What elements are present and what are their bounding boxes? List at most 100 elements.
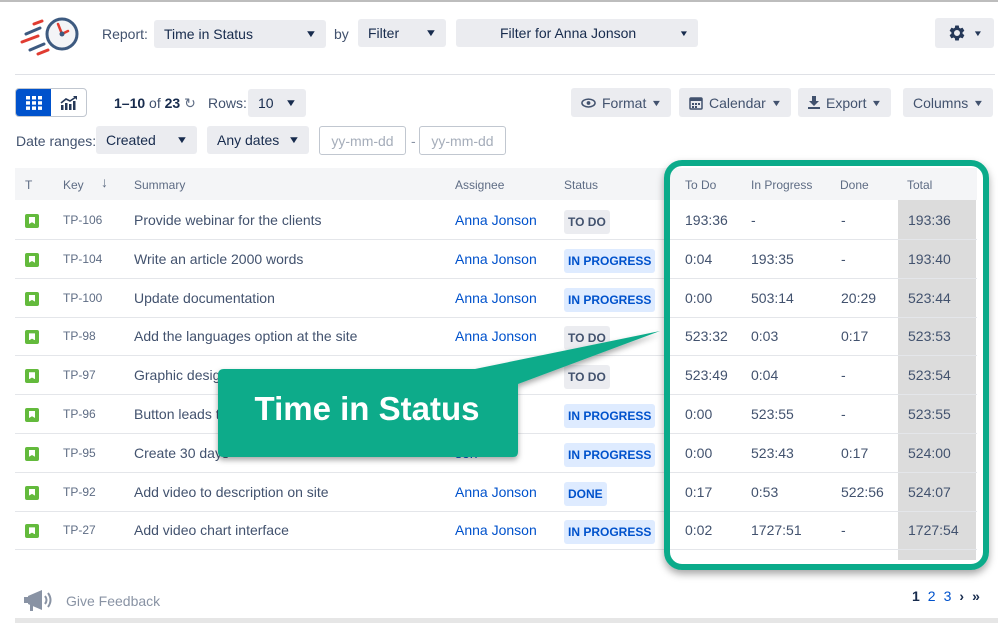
grid-view-button[interactable]	[16, 89, 51, 116]
date-to-input[interactable]: yy-mm-dd	[419, 126, 506, 155]
issue-summary[interactable]: Update documentation	[134, 290, 275, 306]
issue-summary[interactable]: Add video chart interface	[134, 522, 289, 538]
time-done: 522:56	[841, 483, 884, 500]
calendar-icon	[689, 96, 703, 110]
col-type[interactable]: T	[25, 178, 32, 192]
filter-select[interactable]: Filter for Anna Jonson ▼	[456, 19, 698, 47]
issue-assignee[interactable]: Anna Jonson	[455, 251, 537, 267]
table-row[interactable]: TP-106 Provide webinar for the clients Ann…	[15, 201, 977, 240]
time-todo: 0:17	[685, 483, 713, 500]
page-1[interactable]: 1	[912, 588, 920, 604]
time-inprogress: 523:43	[751, 444, 794, 461]
table-row[interactable]: TP-104 Write an article 2000 words Anna Jo…	[15, 240, 977, 279]
page-3[interactable]: 3	[944, 588, 952, 604]
issue-key[interactable]: TP-92	[63, 485, 96, 499]
issue-assignee[interactable]: Anna Jonson	[455, 212, 537, 228]
time-inprogress: 0:04	[751, 367, 779, 384]
time-total: 193:40	[908, 250, 951, 267]
col-inprogress[interactable]: In Progress	[751, 178, 812, 192]
last-page-icon[interactable]: »	[972, 588, 980, 604]
col-total[interactable]: Total	[907, 178, 932, 192]
rows-select[interactable]: 10 ▼	[248, 89, 306, 117]
col-todo[interactable]: To Do	[685, 178, 716, 192]
col-done[interactable]: Done	[840, 178, 869, 192]
issue-key[interactable]: TP-106	[63, 213, 102, 227]
chevron-down-icon: ▼	[424, 27, 438, 39]
export-button[interactable]: Export ▼	[798, 88, 892, 117]
issue-summary[interactable]: Provide webinar for the clients	[134, 212, 322, 228]
issue-assignee[interactable]: Anna Jonson	[455, 484, 537, 500]
header-divider	[15, 74, 995, 75]
chevron-down-icon: ▼	[284, 97, 298, 109]
issue-summary[interactable]: Create 30 days	[134, 445, 229, 461]
time-done: -	[841, 367, 846, 384]
report-select[interactable]: Time in Status ▼	[154, 20, 326, 48]
table-header: T Key ↓ Summary Assignee Status To Do In…	[15, 168, 977, 200]
col-summary[interactable]: Summary	[134, 178, 185, 192]
issue-key[interactable]: TP-27	[63, 523, 96, 537]
issue-summary[interactable]: Write an article 2000 words	[134, 251, 303, 267]
issue-key[interactable]: TP-104	[63, 252, 102, 266]
issue-key[interactable]: TP-98	[63, 329, 96, 343]
col-assignee[interactable]: Assignee	[455, 178, 504, 192]
story-icon	[25, 446, 39, 461]
issue-summary[interactable]: Button leads t	[134, 406, 220, 422]
issue-summary[interactable]: Add video to description on site	[134, 484, 329, 500]
columns-label: Columns	[913, 94, 969, 111]
issue-assignee[interactable]: Anna Jonson	[455, 328, 537, 344]
date-field-select[interactable]: Created ▼	[96, 126, 197, 154]
pagination: 1 2 3 › »	[912, 588, 980, 604]
give-feedback-link[interactable]: Give Feedback	[24, 590, 160, 612]
by-select[interactable]: Filter ▼	[358, 19, 446, 47]
status-badge: TO DO	[564, 326, 610, 351]
table-row[interactable]: TP-98 Add the languages option at the sit…	[15, 317, 977, 357]
date-range-value: Any dates	[217, 132, 280, 148]
settings-button[interactable]: ▼	[935, 18, 994, 48]
issue-key[interactable]: TP-100	[63, 291, 102, 305]
status-badge: TO DO	[564, 365, 610, 390]
date-ranges-label: Date ranges:	[16, 133, 97, 149]
filter-select-value: Filter for Anna Jonson	[500, 25, 637, 41]
date-range-select[interactable]: Any dates ▼	[207, 126, 309, 154]
issue-summary[interactable]: Add the languages option at the site	[134, 328, 357, 344]
count-range: 1–10	[114, 95, 146, 111]
refresh-icon[interactable]: ↻	[184, 95, 196, 111]
sort-down-icon[interactable]: ↓	[101, 174, 108, 190]
chevron-down-icon: ▼	[972, 97, 985, 108]
chart-view-button[interactable]	[51, 89, 86, 116]
status-badge: IN PROGRESS	[564, 287, 656, 312]
page-2[interactable]: 2	[928, 588, 936, 604]
date-from-input[interactable]: yy-mm-dd	[319, 126, 406, 155]
issue-key[interactable]: TP-97	[63, 368, 96, 382]
time-inprogress: 0:03	[751, 328, 779, 345]
chevron-down-icon: ▼	[304, 28, 318, 40]
time-done: 0:17	[841, 328, 869, 345]
next-page-icon[interactable]: ›	[959, 588, 964, 604]
issue-assignee[interactable]: Anna Jonson	[455, 290, 537, 306]
time-todo: 523:32	[685, 328, 728, 345]
caret-down-icon: ▼	[678, 28, 690, 38]
time-total: 523:53	[908, 328, 951, 345]
col-key[interactable]: Key	[63, 178, 84, 192]
story-icon	[25, 485, 39, 500]
story-icon	[25, 524, 39, 539]
columns-button[interactable]: Columns ▼	[903, 88, 994, 117]
col-status[interactable]: Status	[564, 178, 598, 192]
issue-key[interactable]: TP-95	[63, 446, 96, 460]
issue-summary[interactable]: Graphic desig	[134, 367, 220, 383]
chevron-down-icon: ▼	[287, 134, 301, 146]
issue-assignee[interactable]: son	[455, 445, 478, 461]
table-row[interactable]: TP-100 Update documentation Anna Jonson IN …	[15, 279, 977, 318]
chart-icon	[60, 95, 77, 110]
rows-select-value: 10	[258, 95, 274, 111]
issue-key[interactable]: TP-96	[63, 407, 96, 421]
calendar-button[interactable]: Calendar ▼	[679, 88, 791, 117]
issue-assignee[interactable]: Anna Jonson	[455, 522, 537, 538]
format-button[interactable]: Format ▼	[571, 88, 672, 117]
table-row[interactable]: TP-92 Add video to description on site Ann…	[15, 473, 977, 512]
time-done: -	[841, 406, 846, 422]
table-row[interactable]: TP-95 Create 30 days son IN PROGRESS 0:00 523…	[15, 434, 977, 473]
table-row[interactable]: TP-27 Add video chart interface Anna Jonso…	[15, 511, 977, 551]
time-total: 523:55	[908, 406, 951, 422]
calendar-label: Calendar	[709, 94, 766, 111]
